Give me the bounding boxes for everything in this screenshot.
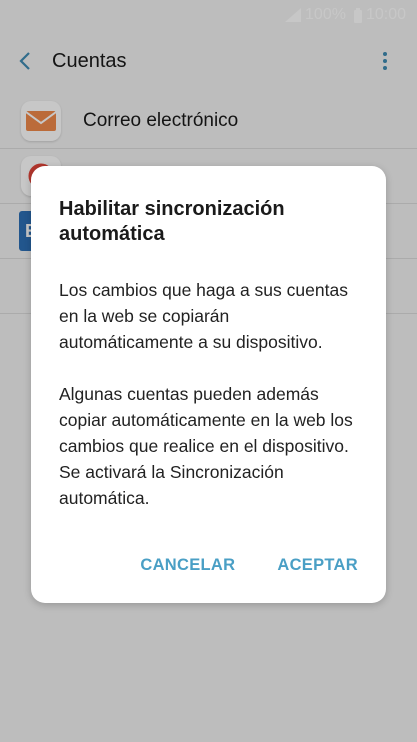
dialog-body: Los cambios que haga a sus cuentas en la… (59, 277, 358, 511)
cancel-button[interactable]: CANCELAR (140, 552, 235, 579)
dialog-paragraph: Algunas cuentas pueden además copiar aut… (59, 384, 353, 508)
dialog-paragraph: Los cambios que haga a sus cuentas en la… (59, 280, 348, 352)
dialog-actions: CANCELAR ACEPTAR (31, 552, 386, 579)
accept-button[interactable]: ACEPTAR (277, 552, 358, 579)
dialog-title: Habilitar sincronización automática (59, 198, 285, 245)
sync-dialog: Habilitar sincronización automática Los … (31, 166, 386, 603)
